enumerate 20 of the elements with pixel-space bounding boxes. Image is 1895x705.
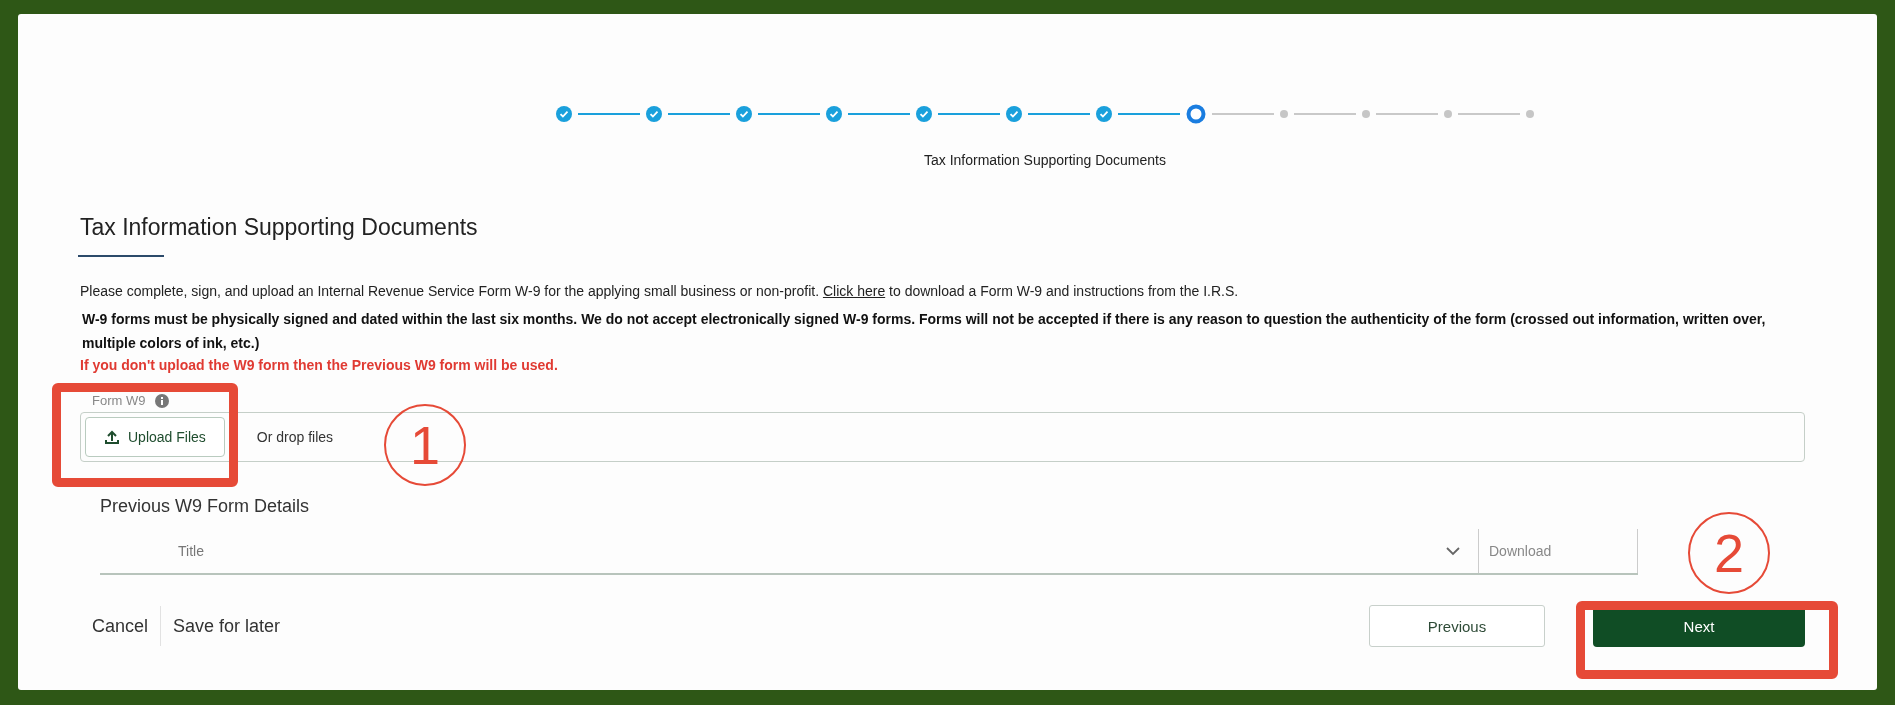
notice-text: W-9 forms must be physically signed and dated within the last six months. We do not accept electronically signed W-9 forms. Forms will not be accepted if there is any reason to question the authenticity of the form (crossed out information, written over, multiple colors of ink, etc.) (82, 310, 1767, 353)
step-number: 1 (384, 404, 466, 486)
step-label: Tax Information Supporting Documents (924, 152, 1166, 168)
chevron-down-icon[interactable] (1446, 546, 1460, 556)
cancel-button[interactable]: Cancel (80, 615, 161, 637)
column-header: Title (177, 543, 205, 559)
page-heading: Tax Information Supporting Documents (80, 214, 479, 241)
info-icon[interactable] (155, 393, 170, 408)
drop-files-hint: Or drop files (256, 429, 334, 445)
section-title: Previous W9 Form Details (100, 496, 311, 517)
warning-text: If you don't upload the W9 form then the Previous W9 form will be used. (80, 357, 559, 373)
save-for-later-button[interactable]: Save for later (161, 615, 293, 637)
upload-icon (104, 429, 120, 445)
upload-files-button[interactable]: Upload Files (85, 417, 225, 457)
column-header: Download (1478, 529, 1638, 573)
previous-button[interactable]: Previous (1369, 605, 1545, 647)
step-number: 2 (1688, 512, 1770, 594)
instructions-text: Please complete, sign, and upload an Internal Revenue Service Form W-9 for the applying small business or non-profit. Click here to download a Form W-9 and instructions from the I.R.S. (80, 283, 1240, 299)
click-here-link[interactable]: Click here (822, 283, 886, 299)
field-label: Form W9 (92, 393, 146, 408)
